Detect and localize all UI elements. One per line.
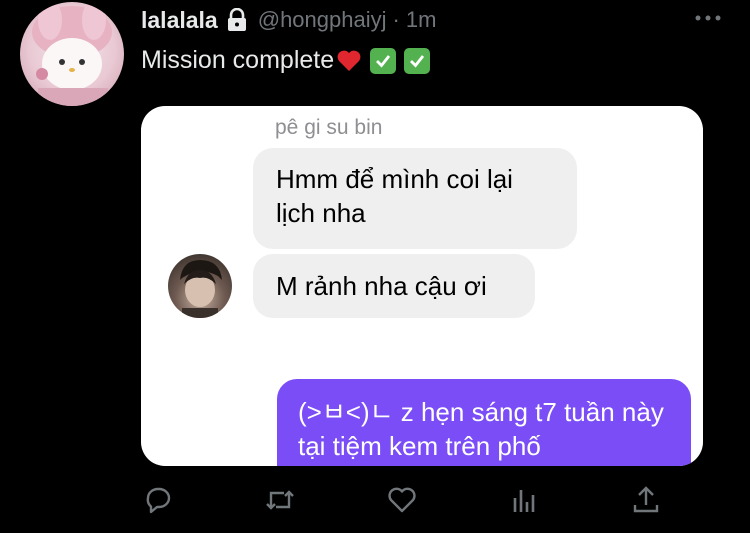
tweet-actions	[0, 482, 750, 518]
heart-emoji-icon	[336, 49, 362, 73]
like-icon[interactable]	[384, 482, 420, 518]
tweet-time[interactable]: 1m	[406, 7, 437, 33]
separator-dot: ·	[392, 7, 400, 32]
outgoing-message-bubble: (>ㅂ<)ㄴ z hẹn sáng t7 tuần này tại tiệm k…	[277, 379, 691, 466]
check-emoji-icon	[404, 47, 431, 74]
display-name[interactable]: lalalala	[141, 7, 218, 34]
lock-icon	[226, 7, 248, 32]
profile-avatar[interactable]	[20, 2, 124, 106]
views-icon[interactable]	[506, 482, 542, 518]
incoming-message-bubble: M rảnh nha cậu ơi	[253, 254, 535, 318]
tweet-text-content: Mission complete	[141, 46, 335, 74]
retweet-icon[interactable]	[262, 482, 298, 518]
tweet-text: Mission complete	[141, 46, 431, 75]
tweet-media-image[interactable]: pê gi su bin Hmm để mình coi lại lịch nh…	[141, 106, 703, 466]
tweet-header: lalalala @hongphaiyj · 1m	[141, 6, 436, 34]
chat-sender-name: pê gi su bin	[275, 116, 383, 139]
user-handle[interactable]: @hongphaiyj	[258, 7, 387, 33]
more-icon[interactable]	[693, 8, 723, 28]
check-emoji-icon	[370, 47, 397, 74]
share-icon[interactable]	[628, 482, 664, 518]
incoming-message-bubble: Hmm để mình coi lại lịch nha	[253, 148, 577, 249]
reply-icon[interactable]	[140, 482, 176, 518]
chat-friend-avatar	[168, 254, 232, 318]
